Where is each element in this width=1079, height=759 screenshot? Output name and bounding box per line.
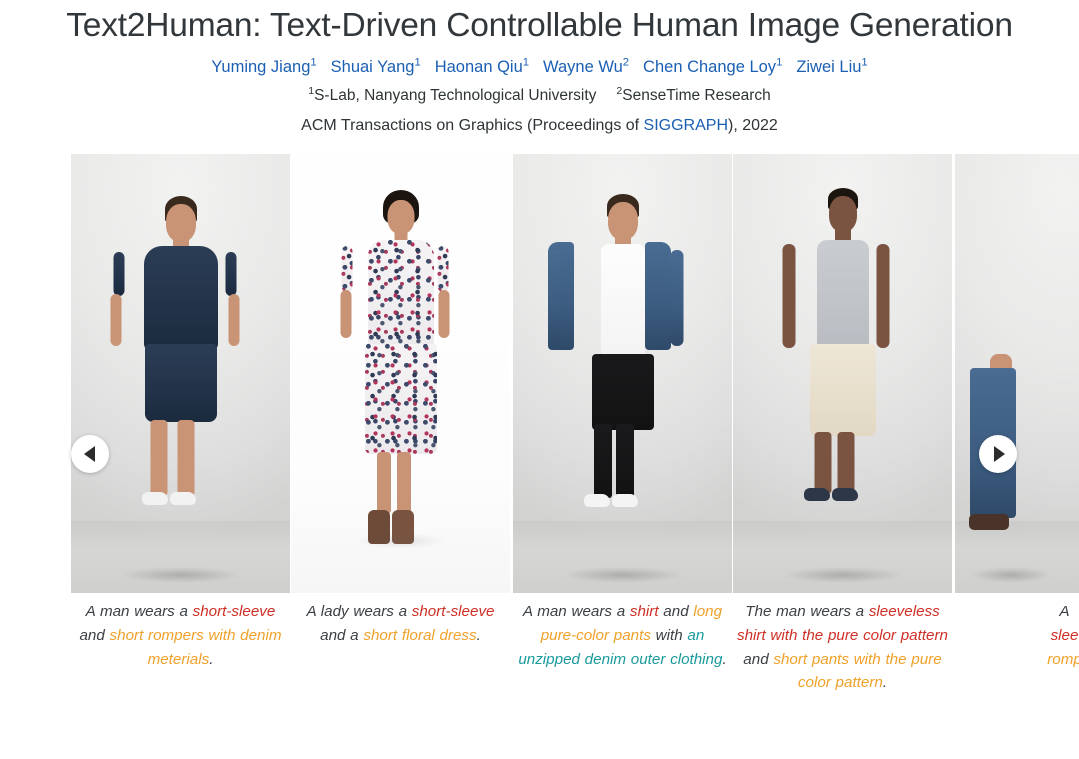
caption-segment: and (743, 650, 774, 668)
author-affiliation-marker: 1 (414, 56, 421, 69)
page-header: Text2Human: Text-Driven Controllable Hum… (0, 0, 1079, 137)
author-affiliation-marker: 1 (776, 56, 783, 69)
chevron-left-icon (83, 446, 95, 462)
caption-segment: short pants with the pure color pattern (773, 650, 942, 692)
chevron-right-icon (993, 446, 1005, 462)
author-item[interactable]: Chen Change Loy1 (643, 56, 783, 76)
caption-segment: short rompers with denim meterials (109, 626, 282, 668)
author-affiliation-marker: 2 (622, 56, 630, 69)
caption-segment: . (722, 650, 727, 668)
caption-segment: slee (1050, 626, 1079, 644)
caption-segment: A man wears a (522, 603, 630, 620)
caption-segment: A lady wears a (306, 603, 412, 620)
caption-segment: . (209, 650, 214, 668)
caption-segment: . (476, 626, 481, 644)
affiliation-item: 1S-Lab, Nanyang Technological University (308, 86, 597, 104)
caption-segment: short floral dress (363, 626, 477, 644)
carousel-slide[interactable]: The man wears a sleeveless shirt with th… (733, 154, 952, 695)
slide-caption: A man wears a shirt and long pure-color … (513, 593, 732, 671)
affiliation-item: 2SenseTime Research (616, 86, 771, 104)
carousel-slide[interactable]: A man wears a short-sleeve and short rom… (71, 154, 290, 671)
author-item[interactable]: Wayne Wu2 (543, 56, 630, 76)
author-name: Ziwei Liu (796, 58, 862, 76)
author-name: Haonan Qiu (434, 58, 523, 76)
generated-human-image (513, 154, 732, 593)
author-affiliation-marker: 1 (861, 56, 868, 69)
caption-segment: shirt (629, 603, 659, 620)
author-item[interactable]: Ziwei Liu1 (796, 56, 868, 76)
slide-caption: A slee romp (955, 593, 1079, 671)
caption-segment: A (1059, 603, 1070, 620)
caption-segment: The man wears a (745, 603, 869, 620)
paper-project-page: Text2Human: Text-Driven Controllable Hum… (0, 0, 1079, 759)
venue-suffix: ), 2022 (728, 117, 778, 134)
caption-segment: and (79, 626, 110, 644)
page-title: Text2Human: Text-Driven Controllable Hum… (66, 7, 1013, 44)
caption-segment: . (882, 674, 888, 692)
author-list: Yuming Jiang1 Shuai Yang1 Haonan Qiu1 Wayne… (0, 52, 1079, 78)
author-name: Shuai Yang (330, 58, 415, 76)
caption-segment: with (650, 626, 688, 644)
image-carousel: A man wears a short-sleeve and short rom… (0, 154, 1079, 734)
affiliation-name: SenseTime Research (622, 87, 771, 104)
carousel-prev-button[interactable] (71, 435, 109, 473)
siggraph-link[interactable]: SIGGRAPH (644, 117, 728, 134)
affiliation-list: 1S-Lab, Nanyang Technological University… (0, 78, 1079, 107)
author-name: Chen Change Loy (643, 58, 777, 76)
caption-segment: short-sleeve (192, 603, 276, 620)
affiliation-name: S-Lab, Nanyang Technological University (314, 87, 597, 104)
carousel-track[interactable]: A man wears a short-sleeve and short rom… (71, 154, 1079, 695)
carousel-slide[interactable]: A man wears a shirt and long pure-color … (513, 154, 732, 671)
carousel-slide[interactable]: A lady wears a short-sleeve and a short … (291, 154, 510, 648)
caption-segment: short-sleeve (411, 603, 495, 620)
carousel-next-button[interactable] (979, 435, 1017, 473)
generated-human-image (71, 154, 290, 593)
caption-segment: A man wears a (85, 603, 193, 620)
author-name: Yuming Jiang (211, 58, 311, 76)
author-item[interactable]: Haonan Qiu1 (434, 56, 530, 76)
generated-human-image (955, 154, 1079, 593)
author-item[interactable]: Yuming Jiang1 (211, 56, 317, 76)
venue-line: ACM Transactions on Graphics (Proceeding… (0, 107, 1079, 137)
author-affiliation-marker: 1 (310, 56, 317, 69)
venue-prefix: ACM Transactions on Graphics (Proceeding… (301, 117, 644, 134)
caption-segment: and a (320, 626, 364, 644)
slide-caption: A man wears a short-sleeve and short rom… (71, 593, 290, 671)
author-name: Wayne Wu (543, 58, 623, 76)
generated-human-image (291, 154, 510, 593)
generated-human-image (733, 154, 952, 593)
carousel-slide[interactable]: A slee romp (955, 154, 1079, 671)
caption-segment: romp (1047, 650, 1079, 668)
caption-segment: and (658, 603, 694, 620)
author-item[interactable]: Shuai Yang1 (330, 56, 421, 76)
author-affiliation-marker: 1 (522, 56, 530, 69)
slide-caption: A lady wears a short-sleeve and a short … (291, 593, 510, 648)
slide-caption: The man wears a sleeveless shirt with th… (733, 593, 952, 695)
